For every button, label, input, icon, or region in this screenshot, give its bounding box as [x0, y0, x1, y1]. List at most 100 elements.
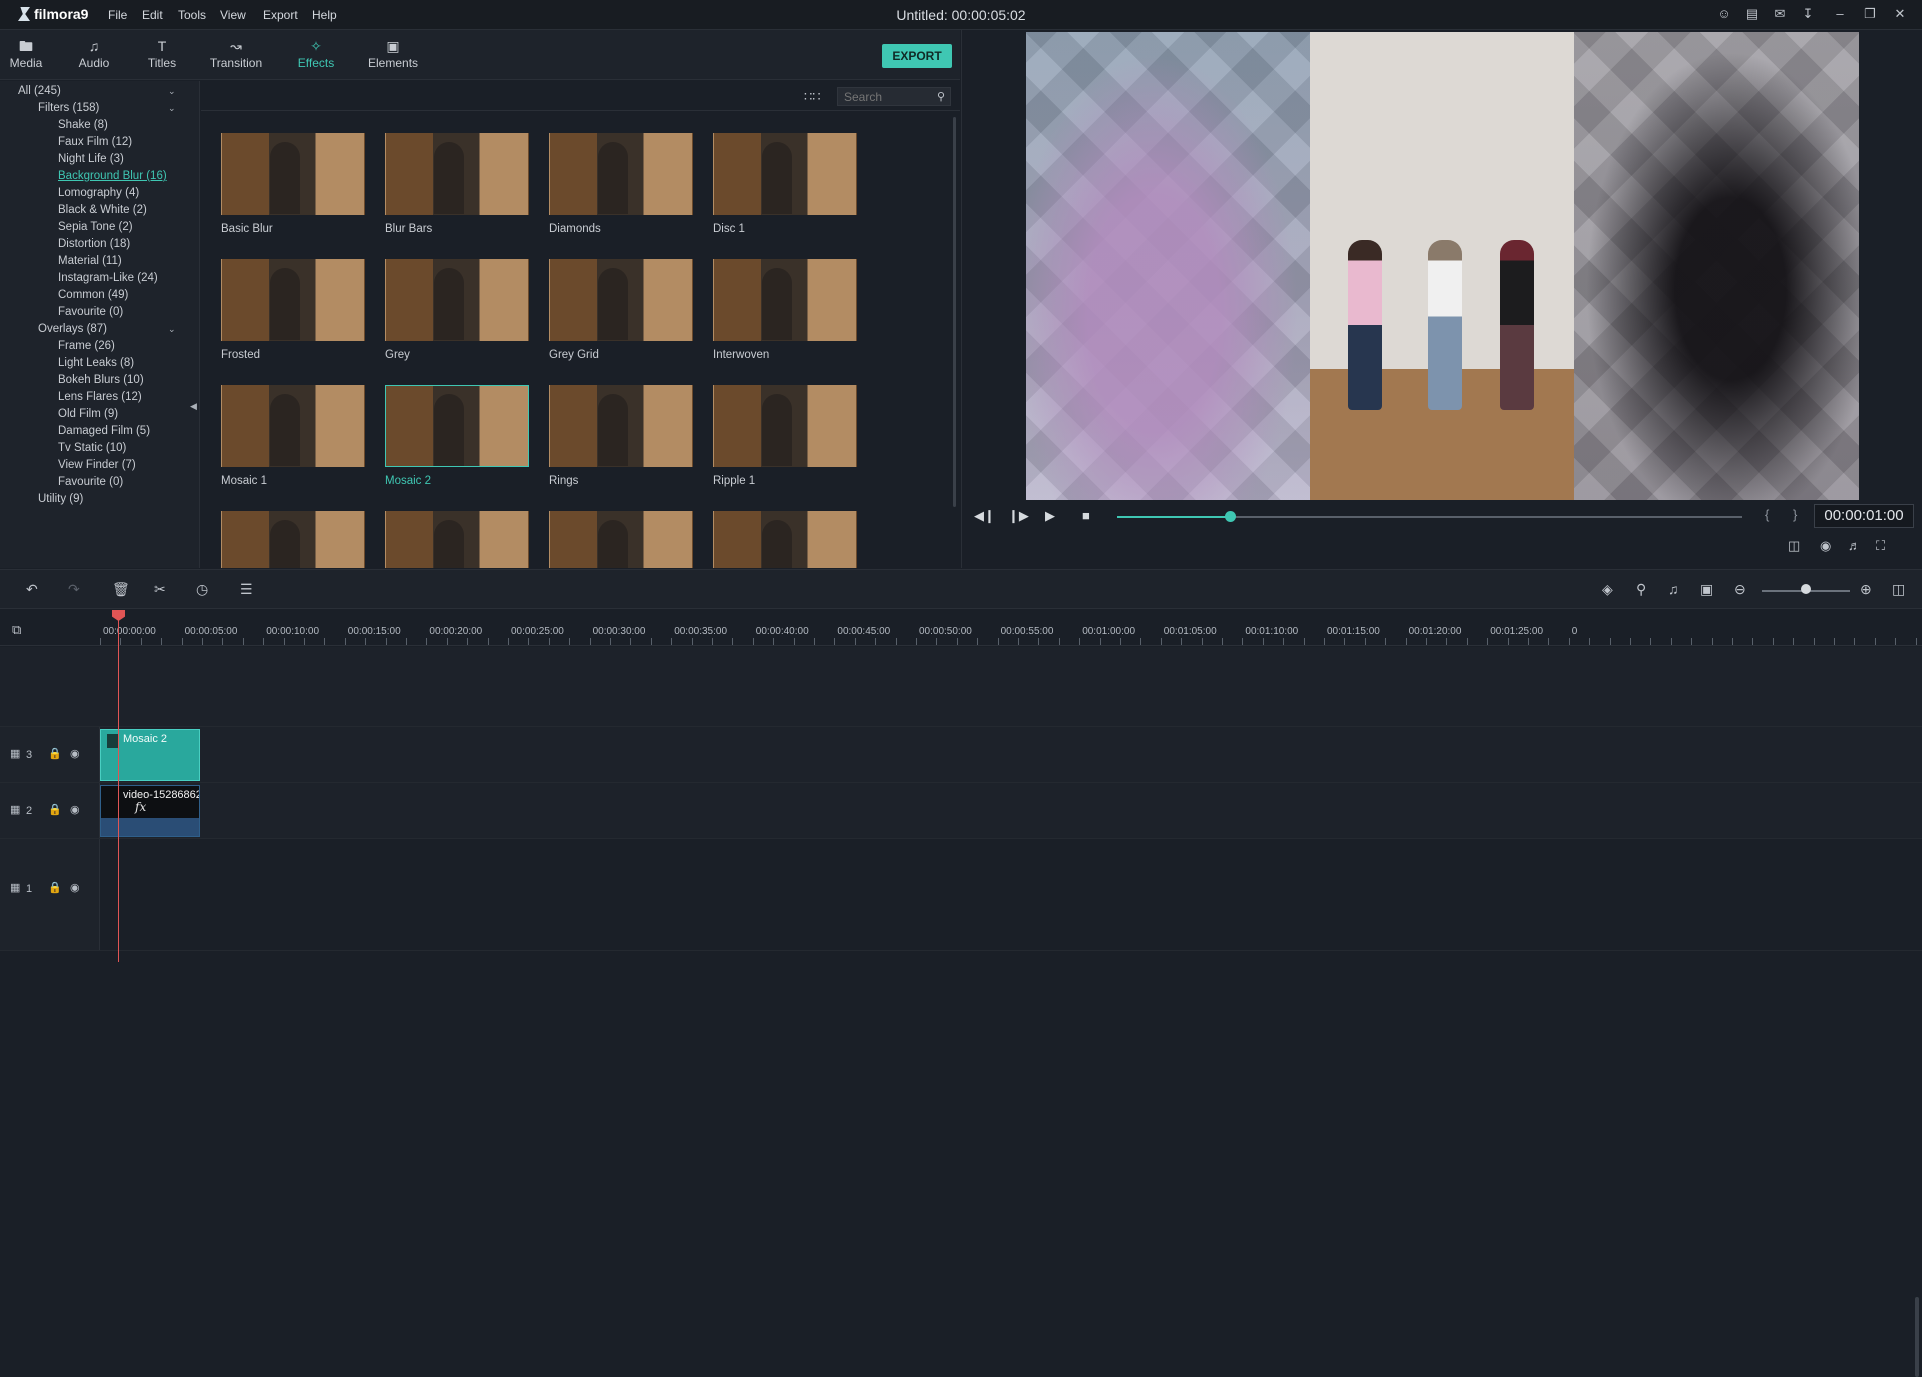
tab-effects[interactable]: ✧ Effects [296, 36, 336, 70]
redo-icon[interactable]: ↷ [68, 581, 80, 598]
tree-item-overlay-favourite[interactable]: Favourite (0) [58, 476, 123, 488]
speed-clock-icon[interactable]: ◷ [196, 581, 208, 598]
tree-item-sepia-tone[interactable]: Sepia Tone (2) [58, 221, 133, 233]
zoom-in-icon[interactable]: ⊕ [1860, 581, 1872, 598]
timeline-scrollbar[interactable] [1915, 1297, 1919, 1377]
tree-item-bokeh-blurs[interactable]: Bokeh Blurs (10) [58, 374, 144, 386]
menu-export[interactable]: Export [263, 8, 298, 22]
lock-icon[interactable]: 🔒 [48, 803, 62, 816]
effect-item[interactable]: Grey Grid [549, 259, 695, 361]
effect-item[interactable]: Mosaic 2 [385, 385, 531, 487]
lock-icon[interactable]: 🔒 [48, 747, 62, 760]
tree-item-frame[interactable]: Frame (26) [58, 340, 115, 352]
tab-media[interactable]: 🖿 Media [8, 36, 44, 70]
audio-mixer-icon[interactable]: ♫ [1668, 581, 1679, 597]
microphone-icon[interactable]: ⚲ [1636, 581, 1646, 598]
minimize-icon[interactable]: – [1832, 6, 1848, 22]
menu-file[interactable]: File [108, 8, 127, 22]
timeline-ruler[interactable]: ⧉ 00:00:00:00 00:00:05:00 00:00:10:00 00:00… [0, 610, 1922, 646]
tab-elements[interactable]: ▣ Elements [368, 36, 418, 70]
tab-transition[interactable]: ↝ Transition [208, 36, 264, 70]
add-track-icon[interactable]: ⧉ [12, 622, 21, 638]
tree-item-damaged-film[interactable]: Damaged Film (5) [58, 425, 150, 437]
effect-item[interactable]: Rings [549, 385, 695, 487]
tree-item-filters[interactable]: Filters (158) [38, 102, 99, 114]
tree-item-shake[interactable]: Shake (8) [58, 119, 108, 131]
effect-item[interactable] [385, 511, 531, 568]
tree-item-distortion[interactable]: Distortion (18) [58, 238, 130, 250]
effect-item[interactable]: Interwoven [713, 259, 859, 361]
menu-help[interactable]: Help [312, 8, 337, 22]
snapshot-icon[interactable]: ◉ [1820, 538, 1831, 554]
play-icon[interactable]: ▶ [1045, 508, 1055, 524]
tree-item-overlays[interactable]: Overlays (87) [38, 323, 107, 335]
zoom-slider-knob[interactable] [1801, 584, 1811, 594]
marker-icon[interactable]: ◈ [1602, 581, 1613, 598]
collapse-panel-icon[interactable]: ◀ [190, 401, 197, 412]
tree-item-old-film[interactable]: Old Film (9) [58, 408, 118, 420]
effect-item[interactable]: Blur Bars [385, 133, 531, 235]
eye-icon[interactable]: ◉ [70, 803, 80, 816]
tree-item-material[interactable]: Material (11) [58, 255, 122, 267]
render-settings-icon[interactable]: ◫ [1788, 538, 1800, 554]
tree-item-instagram-like[interactable]: Instagram-Like (24) [58, 272, 158, 284]
tree-item-faux-film[interactable]: Faux Film (12) [58, 136, 132, 148]
save-icon[interactable]: ▤ [1744, 6, 1760, 22]
tree-item-light-leaks[interactable]: Light Leaks (8) [58, 357, 134, 369]
effect-item[interactable] [713, 511, 859, 568]
tree-item-lens-flares[interactable]: Lens Flares (12) [58, 391, 142, 403]
tree-item-view-finder[interactable]: View Finder (7) [58, 459, 136, 471]
fullscreen-icon[interactable]: ⛶ [1876, 538, 1885, 554]
effect-item[interactable]: Diamonds [549, 133, 695, 235]
grid-scrollbar[interactable] [953, 117, 956, 507]
delete-icon[interactable]: 🗑 [112, 581, 130, 598]
tree-item-utility[interactable]: Utility (9) [38, 493, 83, 505]
export-button[interactable]: EXPORT [882, 44, 952, 68]
menu-edit[interactable]: Edit [142, 8, 163, 22]
restore-icon[interactable]: ❐ [1862, 6, 1878, 22]
adjust-icon[interactable]: ☰ [240, 581, 253, 598]
lock-icon[interactable]: 🔒 [48, 881, 62, 894]
video-preview[interactable] [1026, 32, 1859, 500]
step-back-icon[interactable]: ◀❙ [974, 508, 995, 524]
account-icon[interactable]: ☺ [1716, 6, 1732, 22]
menu-view[interactable]: View [220, 8, 246, 22]
stop-icon[interactable]: ■ [1082, 508, 1090, 523]
tree-item-common[interactable]: Common (49) [58, 289, 128, 301]
playhead-line[interactable] [118, 610, 119, 962]
effect-item[interactable]: Grey [385, 259, 531, 361]
chevron-down-icon[interactable]: ⌄ [168, 103, 176, 114]
close-icon[interactable]: ✕ [1892, 6, 1908, 22]
effect-item[interactable]: Mosaic 1 [221, 385, 367, 487]
tab-audio[interactable]: ♫ Audio [74, 36, 114, 70]
menu-tools[interactable]: Tools [178, 8, 206, 22]
effect-item[interactable]: Disc 1 [713, 133, 859, 235]
mail-icon[interactable]: ✉ [1772, 6, 1788, 22]
download-icon[interactable]: ↧ [1800, 6, 1816, 22]
cut-icon[interactable]: ✂ [154, 581, 166, 598]
effect-item[interactable] [221, 511, 367, 568]
effect-clip-mosaic-2[interactable]: Mosaic 2 [100, 729, 200, 781]
effect-item[interactable]: Ripple 1 [713, 385, 859, 487]
chevron-down-icon[interactable]: ⌄ [168, 86, 176, 97]
tree-item-lomography[interactable]: Lomography (4) [58, 187, 139, 199]
tree-item-all[interactable]: All (245) [18, 85, 61, 97]
mark-in-out[interactable]: { } [1765, 507, 1807, 522]
fit-timeline-icon[interactable]: ▣ [1700, 581, 1713, 598]
video-clip[interactable]: video-15286862 fx [100, 785, 200, 837]
chevron-down-icon[interactable]: ⌄ [168, 324, 176, 335]
eye-icon[interactable]: ◉ [70, 747, 80, 760]
tab-titles[interactable]: T Titles [144, 36, 180, 70]
tree-item-black-white[interactable]: Black & White (2) [58, 204, 147, 216]
playback-progress-bar[interactable] [1117, 511, 1742, 522]
tree-item-night-life[interactable]: Night Life (3) [58, 153, 124, 165]
tree-item-background-blur[interactable]: Background Blur (16) [58, 170, 167, 182]
layout-toggle-icon[interactable]: ◫ [1892, 581, 1905, 598]
tree-item-favourite[interactable]: Favourite (0) [58, 306, 123, 318]
playback-scrubber-knob[interactable] [1224, 511, 1236, 522]
volume-icon[interactable]: ♬ [1848, 538, 1861, 553]
eye-icon[interactable]: ◉ [70, 881, 80, 894]
tree-item-tv-static[interactable]: Tv Static (10) [58, 442, 126, 454]
effect-item[interactable]: Basic Blur [221, 133, 367, 235]
undo-icon[interactable]: ↶ [26, 581, 38, 598]
